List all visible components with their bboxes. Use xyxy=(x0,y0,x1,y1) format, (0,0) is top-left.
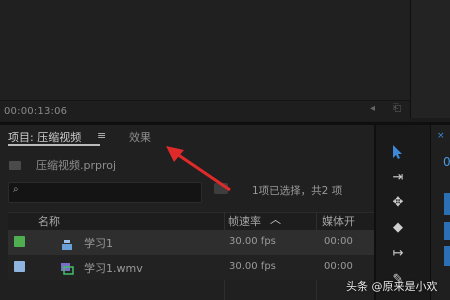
razor-tool-icon[interactable]: ◆ xyxy=(387,218,409,238)
timeline-label: 0 xyxy=(443,155,450,169)
column-header-row xyxy=(8,212,374,230)
timeline-track-marker xyxy=(444,222,450,240)
row-media-start: 00:00 xyxy=(324,236,353,247)
tab-project[interactable]: 项目: 压缩视频 xyxy=(8,129,81,145)
ripple-edit-tool-icon[interactable]: ✥ xyxy=(387,193,409,213)
timeline-track-marker xyxy=(444,193,450,215)
row-name: 学习1.wmv xyxy=(84,262,143,275)
selection-tool-icon[interactable] xyxy=(387,142,409,162)
label-color-swatch[interactable] xyxy=(14,236,25,247)
slip-tool-icon[interactable]: ↦ xyxy=(387,244,409,264)
row-media-start: 00:00 xyxy=(324,261,353,272)
tab-active-underline xyxy=(8,144,100,146)
row-frame-rate: 30.00 fps xyxy=(229,261,276,272)
timecode: 00:00:13:06 xyxy=(4,106,68,117)
track-select-tool-icon[interactable]: ⇥ xyxy=(387,168,409,188)
selection-info: 1项已选择，共2 项 xyxy=(252,185,343,197)
label-color-swatch[interactable] xyxy=(14,261,25,272)
folder-icon xyxy=(9,161,21,170)
search-icon: ⌕ xyxy=(13,184,19,195)
video-clip-icon xyxy=(60,260,74,275)
watermark: 头条 @原来是小欢 xyxy=(346,280,438,293)
column-header-media-start[interactable]: 媒体开 xyxy=(322,213,355,229)
tab-effects[interactable]: 效果 xyxy=(129,129,151,145)
row-name: 学习1 xyxy=(84,237,113,250)
timeline-track-marker xyxy=(444,246,450,266)
sort-ascending-icon[interactable]: ︿ xyxy=(270,211,281,227)
annotation-arrow xyxy=(166,146,231,192)
row-frame-rate: 30.00 fps xyxy=(229,236,276,247)
hamburger-menu-icon[interactable]: ≡ xyxy=(97,129,106,142)
close-icon[interactable]: × xyxy=(437,131,445,141)
column-header-frame-rate[interactable]: 帧速率 xyxy=(228,213,261,229)
sequence-icon xyxy=(60,236,74,250)
settings-wrench-icon[interactable]: ◂ xyxy=(370,104,380,114)
export-frame-icon[interactable]: ⎗ xyxy=(393,104,403,114)
program-monitor-edge xyxy=(410,0,450,118)
column-header-name[interactable]: 名称 xyxy=(38,213,60,229)
project-file-name: 压缩视频.prproj xyxy=(36,159,117,172)
source-monitor xyxy=(0,0,410,100)
